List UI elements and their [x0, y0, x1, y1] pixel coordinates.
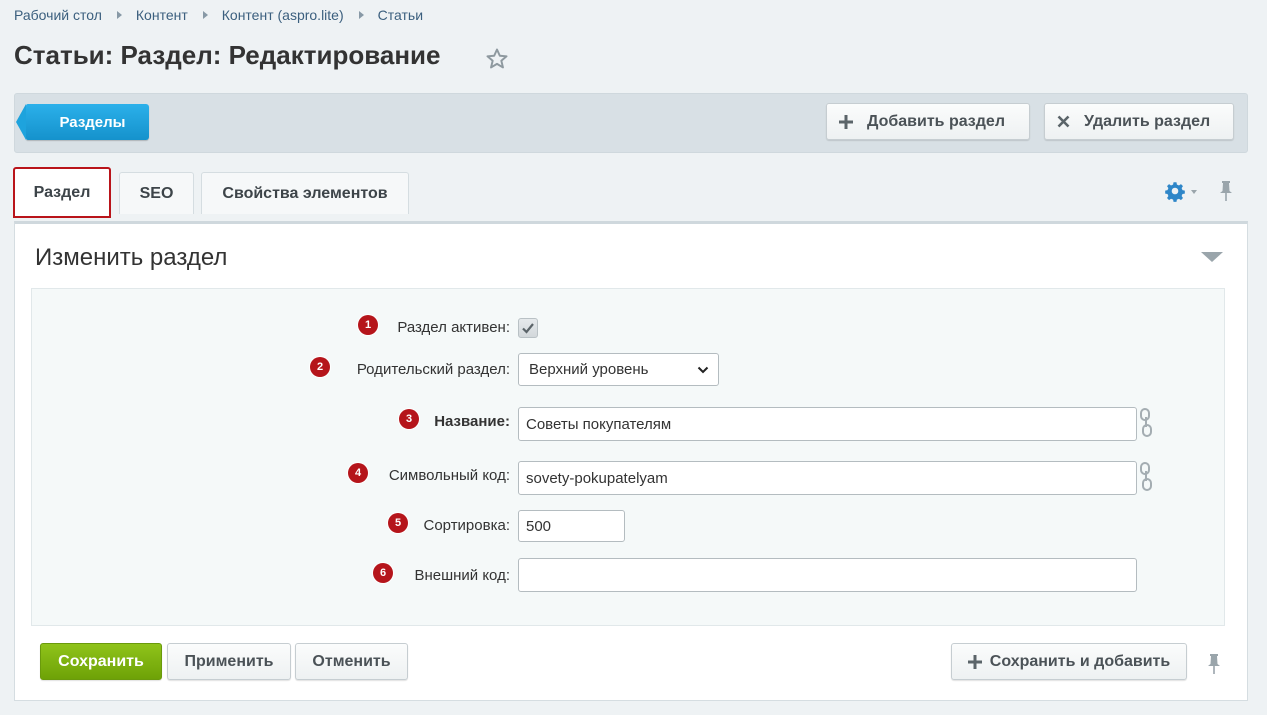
panel-title: Изменить раздел	[35, 244, 228, 271]
save-button-label: Сохранить	[58, 652, 144, 670]
save-and-add-button[interactable]: Сохранить и добавить	[951, 643, 1187, 680]
delete-section-button[interactable]: Удалить раздел	[1044, 103, 1234, 140]
breadcrumb-separator-icon	[202, 11, 208, 19]
field-active-label: Раздел активен:	[397, 319, 510, 336]
parent-section-value: Верхний уровень	[529, 361, 649, 378]
delete-section-label: Удалить раздел	[1084, 112, 1211, 130]
parent-section-select[interactable]: Верхний уровень	[518, 353, 719, 386]
breadcrumb-item-desktop[interactable]: Рабочий стол	[14, 7, 102, 23]
plus-icon	[839, 114, 853, 129]
breadcrumb-item-content-aspro[interactable]: Контент (aspro.lite)	[222, 7, 344, 23]
breadcrumb: Рабочий стол Контент Контент (aspro.lite…	[14, 7, 423, 23]
tab-section-label: Раздел	[33, 183, 91, 201]
sections-button-label: Разделы	[59, 113, 126, 131]
sort-input-value: 500	[526, 517, 552, 535]
field-badge: 6	[373, 563, 393, 583]
edit-section-panel: Изменить раздел 1 Раздел активен: 2 Роди…	[14, 221, 1248, 701]
chevron-down-icon	[697, 366, 709, 374]
cancel-button[interactable]: Отменить	[295, 643, 408, 680]
save-button[interactable]: Сохранить	[40, 643, 162, 680]
tab-seo-label: SEO	[139, 184, 174, 202]
gear-icon[interactable]	[1164, 180, 1186, 202]
apply-button[interactable]: Применить	[167, 643, 291, 680]
field-badge: 2	[310, 357, 330, 377]
code-input[interactable]: sovety-pokupatelyam	[518, 461, 1137, 495]
field-code-label: Символьный код:	[388, 467, 510, 484]
tab-element-properties-label: Свойства элементов	[222, 184, 388, 202]
checkmark-icon	[522, 323, 534, 334]
add-section-button[interactable]: Добавить раздел	[826, 103, 1030, 140]
field-name-label: Название:	[434, 413, 510, 430]
link-icon[interactable]	[1138, 462, 1154, 492]
page-title: Статьи: Раздел: Редактирование	[14, 40, 441, 70]
sort-input[interactable]: 500	[518, 510, 625, 542]
field-external-label: Внешний код:	[414, 567, 510, 584]
form-area: 1 Раздел активен: 2 Родительский раздел:…	[31, 288, 1225, 626]
star-icon[interactable]	[484, 46, 510, 72]
pin-icon[interactable]	[1205, 652, 1223, 676]
field-badge: 4	[348, 463, 368, 483]
link-icon[interactable]	[1138, 408, 1154, 438]
breadcrumb-item-content[interactable]: Контент	[136, 7, 188, 23]
active-checkbox[interactable]	[518, 318, 538, 338]
external-code-input[interactable]	[518, 558, 1137, 592]
tab-section[interactable]: Раздел	[13, 167, 111, 218]
toolbar: Разделы Добавить раздел Удалить раздел	[14, 93, 1248, 153]
add-section-label: Добавить раздел	[867, 112, 1005, 130]
chevron-down-icon[interactable]	[1191, 190, 1197, 194]
field-sort-label: Сортировка:	[423, 517, 511, 534]
close-icon	[1057, 115, 1070, 128]
breadcrumb-separator-icon	[116, 11, 122, 19]
tab-seo[interactable]: SEO	[119, 172, 194, 214]
sections-button[interactable]: Разделы	[16, 104, 149, 140]
apply-button-label: Применить	[184, 652, 274, 670]
pin-icon[interactable]	[1217, 179, 1235, 203]
field-badge: 5	[388, 513, 408, 533]
plus-icon	[967, 654, 982, 669]
save-and-add-label: Сохранить и добавить	[989, 652, 1171, 670]
field-badge: 3	[399, 409, 419, 429]
code-input-value: sovety-pokupatelyam	[526, 469, 668, 487]
tab-element-properties[interactable]: Свойства элементов	[201, 172, 409, 214]
field-parent-label: Родительский раздел:	[356, 361, 510, 378]
collapse-toggle-icon[interactable]	[1201, 252, 1223, 262]
field-badge: 1	[358, 315, 378, 335]
breadcrumb-separator-icon	[358, 11, 364, 19]
breadcrumb-item-articles[interactable]: Статьи	[378, 7, 423, 23]
name-input-value: Советы покупателям	[526, 415, 672, 433]
name-input[interactable]: Советы покупателям	[518, 407, 1137, 441]
cancel-button-label: Отменить	[312, 652, 391, 670]
